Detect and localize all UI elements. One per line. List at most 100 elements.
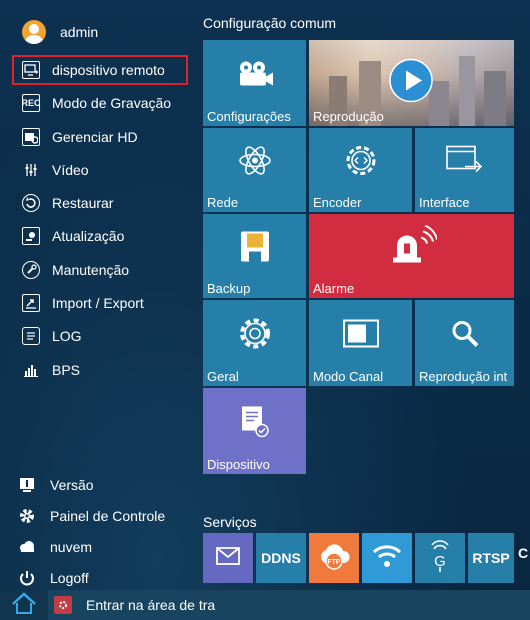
floppy-disk-icon [239, 230, 271, 269]
menu-item-gerenciar-hd[interactable]: Gerenciar HD [12, 122, 188, 152]
cellular-g-icon: G [428, 539, 452, 578]
gear-icon [237, 316, 273, 357]
gear-icon [18, 507, 36, 525]
user-header[interactable]: admin [22, 18, 98, 46]
play-icon [389, 58, 433, 108]
window-arrow-icon [445, 145, 485, 182]
tile-backup[interactable]: Backup [203, 214, 306, 298]
maintenance-icon [22, 260, 40, 279]
ftp-cloud-icon: FTP [317, 541, 351, 576]
menu-item-video[interactable]: Vídeo [12, 155, 188, 185]
service-ftp[interactable]: FTP [309, 533, 359, 583]
upgrade-icon [22, 227, 40, 246]
sliders-icon [22, 161, 40, 179]
taskbar: Entrar na área de tra [0, 590, 530, 620]
service-email[interactable] [203, 533, 253, 583]
main-menu: dispositivo remoto REC Modo de Gravação … [12, 55, 188, 388]
menu-item-label: Manutenção [52, 261, 130, 278]
menu-item-label: Import / Export [52, 295, 144, 312]
tile-configuracoes[interactable]: Configurações [203, 40, 306, 126]
menu-item-bps[interactable]: BPS [12, 355, 188, 385]
menu-item-label: Restaurar [52, 195, 114, 212]
wifi-icon [372, 544, 402, 573]
menu-item-label: Atualização [52, 228, 125, 245]
monitor-plus-icon [22, 61, 40, 79]
menu-item-label: dispositivo remoto [52, 62, 165, 78]
menu-item-modo-gravacao[interactable]: REC Modo de Gravação [12, 88, 188, 118]
tile-label: Modo Canal [313, 369, 384, 384]
service-label: DDNS [261, 550, 301, 566]
work-area-icon[interactable] [54, 596, 72, 614]
tile-label: Configurações [207, 109, 291, 124]
tile-reproducao-int[interactable]: Reprodução int [415, 300, 514, 386]
tile-reproducao[interactable]: Reprodução [309, 40, 514, 126]
home-icon [11, 591, 37, 619]
search-icon [450, 319, 480, 354]
system-menu: Versão Painel de Controle nuvem Logoff [14, 470, 194, 594]
menu-item-manutencao[interactable]: Manutenção [12, 255, 188, 285]
tile-geral[interactable]: Geral [203, 300, 306, 386]
restore-icon [22, 194, 40, 213]
menu-item-log[interactable]: LOG [12, 321, 188, 351]
menu-item-restaurar[interactable]: Restaurar [12, 188, 188, 218]
tile-label: Geral [207, 369, 239, 384]
menu-item-dispositivo-remoto[interactable]: dispositivo remoto [12, 55, 188, 85]
rec-icon: REC [22, 94, 41, 113]
encoder-gear-icon [343, 143, 379, 184]
info-icon [18, 476, 36, 494]
tile-modo-canal[interactable]: Modo Canal [309, 300, 412, 386]
menu-item-label: Painel de Controle [50, 508, 166, 524]
tile-label: Encoder [313, 195, 362, 210]
service-label: RTSP [472, 550, 510, 566]
channel-mode-icon [342, 319, 380, 354]
import-export-icon [22, 294, 40, 313]
tile-label: Dispositivo [207, 457, 270, 472]
menu-item-atualizacao[interactable]: Atualização [12, 221, 188, 251]
menu-item-label: BPS [52, 361, 81, 378]
menu-item-label: Modo de Gravação [52, 95, 172, 112]
menu-item-label: Logoff [50, 570, 89, 586]
tile-alarme[interactable]: Alarme [309, 214, 514, 298]
menu-item-logoff[interactable]: Logoff [14, 563, 194, 593]
menu-item-label: Gerenciar HD [52, 128, 138, 145]
service-3g[interactable]: G [415, 533, 465, 583]
device-check-icon [240, 405, 270, 444]
service-overflow-fragment: C [518, 545, 529, 561]
camera-icon [235, 59, 275, 94]
section-title-common: Configuração comum [203, 15, 337, 31]
tile-label: Rede [207, 195, 239, 210]
tile-interface[interactable]: Interface [415, 128, 514, 212]
tile-label: Reprodução [313, 109, 384, 124]
service-ddns[interactable]: DDNS [256, 533, 306, 583]
power-icon [18, 569, 36, 587]
envelope-icon [216, 546, 240, 570]
avatar [22, 20, 46, 44]
home-button[interactable] [0, 590, 48, 620]
service-rtsp[interactable]: RTSP [468, 533, 514, 583]
menu-item-painel-controle[interactable]: Painel de Controle [14, 501, 194, 531]
user-name: admin [60, 24, 99, 40]
tile-label: Interface [419, 195, 470, 210]
cloud-icon [18, 538, 36, 556]
tile-label: Reprodução int [419, 369, 508, 384]
atom-icon [237, 143, 273, 184]
bps-chart-icon [22, 361, 40, 379]
menu-item-versao[interactable]: Versão [14, 470, 194, 500]
menu-item-label: Vídeo [52, 161, 89, 178]
menu-item-import-export[interactable]: Import / Export [12, 288, 188, 318]
menu-item-nuvem[interactable]: nuvem [14, 532, 194, 562]
siren-icon [387, 224, 438, 270]
taskbar-label[interactable]: Entrar na área de tra [86, 597, 215, 613]
svg-text:FTP: FTP [327, 559, 341, 566]
section-title-services: Serviços [203, 514, 257, 530]
tile-encoder[interactable]: Encoder [309, 128, 412, 212]
menu-item-label: nuvem [50, 539, 93, 555]
tile-dispositivo[interactable]: Dispositivo [203, 388, 306, 474]
tile-rede[interactable]: Rede [203, 128, 306, 212]
tile-label: Backup [207, 281, 251, 296]
tile-label: Alarme [313, 281, 355, 296]
menu-item-label: LOG [52, 328, 82, 345]
service-wifi[interactable] [362, 533, 412, 583]
menu-item-label: Versão [50, 477, 94, 493]
log-icon [22, 327, 40, 346]
